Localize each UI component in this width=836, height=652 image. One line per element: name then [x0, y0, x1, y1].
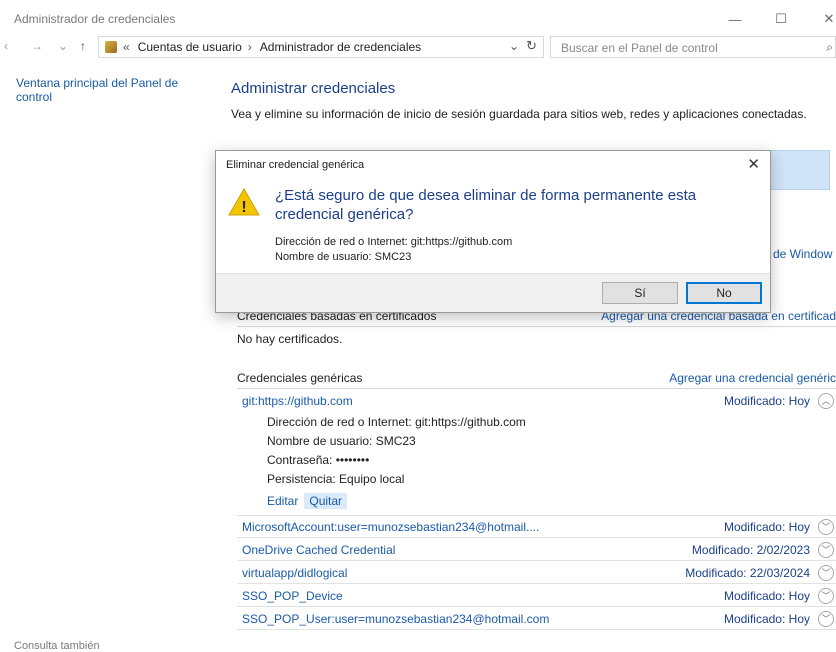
- windows-credentials-link[interactable]: de Window: [773, 247, 832, 261]
- credential-row-expanded[interactable]: git:https://github.com Modificado: Hoy ︿: [237, 390, 836, 412]
- chevron-down-icon[interactable]: ﹀: [818, 565, 834, 581]
- navigation-bar: ‹ → ⌄ ↑ « Cuentas de usuario › Administr…: [0, 36, 836, 58]
- warning-icon: !: [228, 187, 260, 216]
- search-placeholder: Buscar en el Panel de control: [561, 41, 718, 55]
- add-generic-credential-link[interactable]: Agregar una credencial genéric: [669, 371, 836, 385]
- credential-details: Dirección de red o Internet: git:https:/…: [267, 413, 526, 509]
- credential-name[interactable]: git:https://github.com: [242, 394, 353, 408]
- detail-address: Dirección de red o Internet: git:https:/…: [267, 415, 526, 429]
- chevron-down-icon[interactable]: ﹀: [818, 588, 834, 604]
- credential-modified: Modificado: Hoy: [723, 588, 810, 603]
- see-also-heading: Consulta también: [14, 640, 100, 652]
- credential-modified: Modificado: Hoy: [723, 394, 810, 408]
- chevron-down-icon[interactable]: ﹀: [818, 611, 834, 627]
- search-input[interactable]: Buscar en el Panel de control ⌕: [550, 36, 836, 58]
- delete-credential-dialog: Eliminar credencial genérica ✕ ! ¿Está s…: [215, 150, 771, 313]
- credential-modified: Modificado: Hoy: [723, 519, 810, 534]
- detail-username: Nombre de usuario: SMC23: [267, 434, 416, 448]
- detail-persistence: Persistencia: Equipo local: [267, 472, 405, 486]
- warning-glyph: !: [241, 199, 246, 216]
- title-bar: Administrador de credenciales — ☐ ✕: [0, 0, 836, 36]
- yes-button[interactable]: Sí: [602, 282, 678, 304]
- credential-name[interactable]: virtualapp/didlogical: [242, 566, 347, 580]
- close-window-button[interactable]: ✕: [806, 6, 836, 32]
- no-button[interactable]: No: [686, 282, 762, 304]
- dialog-title: Eliminar credencial genérica: [226, 159, 365, 171]
- maximize-button[interactable]: ☐: [758, 6, 804, 32]
- breadcrumb-overflow-icon[interactable]: «: [123, 40, 130, 54]
- page-title: Administrar credenciales: [231, 80, 396, 97]
- back-arrow-icon[interactable]: ‹: [4, 39, 8, 53]
- dialog-question: ¿Está seguro de que desea eliminar de fo…: [275, 187, 697, 223]
- dialog-footer: Sí No: [216, 273, 770, 312]
- chevron-down-icon[interactable]: ⌄: [509, 39, 519, 53]
- generic-section-title: Credenciales genéricas: [237, 370, 363, 385]
- chevron-right-icon: ›: [247, 40, 252, 54]
- credential-name[interactable]: SSO_POP_Device: [242, 589, 343, 603]
- generic-section-header: Credenciales genéricas Agregar una crede…: [237, 367, 836, 389]
- up-arrow-icon[interactable]: ↑: [80, 39, 86, 53]
- dialog-address: Dirección de red o Internet: git:https:/…: [275, 236, 513, 248]
- dialog-close-button[interactable]: ✕: [747, 155, 760, 173]
- address-bar[interactable]: « Cuentas de usuario › Administrador de …: [98, 36, 544, 58]
- chevron-down-icon[interactable]: ﹀: [818, 519, 834, 535]
- refresh-icon[interactable]: ↻: [526, 38, 537, 54]
- control-panel-icon: [105, 41, 117, 53]
- generic-credentials-section: Credenciales genéricas Agregar una crede…: [237, 367, 836, 389]
- chevron-up-icon[interactable]: ︿: [818, 393, 834, 409]
- credential-name[interactable]: OneDrive Cached Credential: [242, 543, 395, 557]
- edit-link[interactable]: Editar: [267, 493, 298, 509]
- list-item[interactable]: SSO_POP_User:user=munozsebastian234@hotm…: [237, 608, 836, 630]
- list-item[interactable]: MicrosoftAccount:user=munozsebastian234@…: [237, 516, 836, 538]
- sidebar-home-link[interactable]: Ventana principal del Panel de control: [16, 76, 206, 104]
- credential-modified: Modificado: Hoy: [723, 611, 810, 626]
- dialog-info: Dirección de red o Internet: git:https:/…: [275, 235, 512, 265]
- remove-link[interactable]: Quitar: [304, 493, 348, 509]
- list-item[interactable]: SSO_POP_Device Modificado: Hoy ﹀: [237, 585, 836, 607]
- breadcrumb-user-accounts[interactable]: Cuentas de usuario: [138, 40, 242, 54]
- page-description: Vea y elimine su información de inicio d…: [231, 107, 807, 121]
- detail-password: Contraseña: ••••••••: [267, 453, 370, 467]
- list-item[interactable]: virtualapp/didlogical Modificado: 22/03/…: [237, 562, 836, 584]
- credential-modified: Modificado: 2/02/2023: [691, 542, 810, 557]
- chevron-down-icon[interactable]: ﹀: [818, 542, 834, 558]
- credential-modified: Modificado: 22/03/2024: [685, 565, 810, 580]
- list-item[interactable]: OneDrive Cached Credential Modificado: 2…: [237, 539, 836, 561]
- windows-credentials-tile[interactable]: [770, 150, 830, 190]
- search-icon[interactable]: ⌕: [826, 40, 833, 55]
- minimize-button[interactable]: —: [712, 6, 758, 32]
- credential-name[interactable]: MicrosoftAccount:user=munozsebastian234@…: [242, 520, 539, 534]
- recent-locations-icon[interactable]: ⌄: [58, 39, 68, 53]
- forward-arrow-icon[interactable]: →: [31, 39, 43, 53]
- breadcrumb-credential-manager[interactable]: Administrador de credenciales: [260, 40, 421, 54]
- dialog-username: Nombre de usuario: SMC23: [275, 251, 412, 263]
- credential-name[interactable]: SSO_POP_User:user=munozsebastian234@hotm…: [242, 612, 549, 626]
- no-certificates-text: No hay certificados.: [237, 332, 343, 346]
- window-title: Administrador de credenciales: [14, 12, 176, 26]
